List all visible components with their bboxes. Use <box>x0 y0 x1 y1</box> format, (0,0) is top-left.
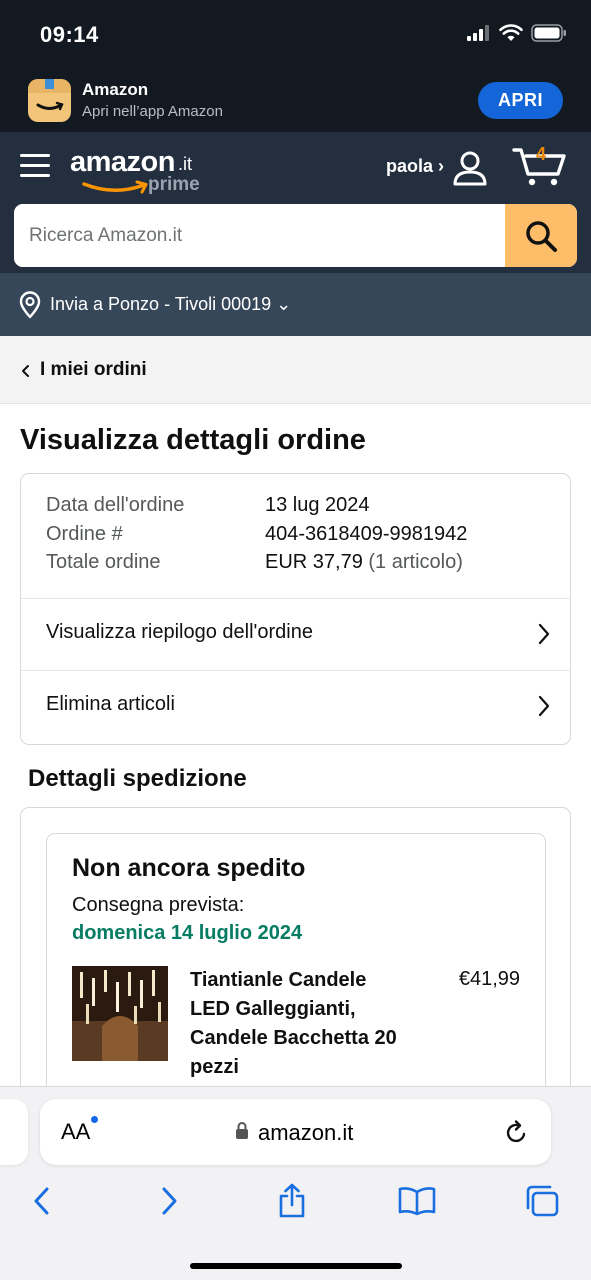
shipping-details-card: Non ancora spedito Consegna prevista: do… <box>20 807 571 1133</box>
chevron-left-icon <box>22 365 29 377</box>
lock-icon <box>236 1122 248 1139</box>
deliver-to-bar[interactable]: Invia a Ponzo - Tivoli 00019 ⌄ <box>0 273 591 336</box>
amazon-app-icon[interactable] <box>28 79 71 122</box>
shipping-section-title: Dettagli spedizione <box>28 765 247 792</box>
forward-button[interactable] <box>149 1183 189 1219</box>
logo-tld: .it <box>178 154 193 174</box>
notification-dot <box>91 1116 98 1123</box>
page-title: Visualizza dettagli ordine <box>20 424 366 456</box>
open-app-button[interactable]: APRI <box>478 82 563 119</box>
signal-icon <box>467 25 489 41</box>
tabs-icon <box>526 1185 559 1217</box>
order-number-label: Ordine # <box>46 522 123 545</box>
wifi-icon <box>499 24 523 41</box>
order-number-row: Ordine # 404-3618409-9981942 <box>46 523 546 552</box>
status-icons <box>467 24 567 42</box>
user-icon[interactable] <box>452 150 488 186</box>
cart-count: 4 <box>536 144 547 164</box>
shipment-status: Non ancora spedito <box>72 854 306 882</box>
menu-icon[interactable] <box>20 152 50 178</box>
order-total-label: Totale ordine <box>46 551 161 573</box>
order-total-row: Totale ordine EUR 37,79 (1 articolo) <box>46 551 546 580</box>
app-banner-subtitle: Apri nell’app Amazon <box>82 103 223 120</box>
order-date-label: Data dell'ordine <box>46 494 185 516</box>
search-button[interactable] <box>505 204 577 267</box>
tabs-button[interactable] <box>522 1183 562 1219</box>
search-input[interactable] <box>14 204 505 267</box>
back-button[interactable] <box>22 1183 62 1219</box>
account-link[interactable]: paola › <box>386 156 444 177</box>
browser-toolbar: AA amazon.it <box>0 1086 591 1280</box>
expected-delivery-date: domenica 14 luglio 2024 <box>72 922 303 944</box>
order-total-amount: EUR 37,79 <box>265 551 363 573</box>
delete-items-link[interactable]: Elimina articoli <box>21 670 570 742</box>
order-date-row: Data dell'ordine 13 lug 2024 <box>46 494 546 523</box>
logo-prime: prime <box>148 174 200 195</box>
logo-smile-icon <box>82 180 148 194</box>
breadcrumb-my-orders[interactable]: I miei ordini <box>40 359 147 381</box>
order-date-value: 13 lug 2024 <box>265 494 370 516</box>
chevron-right-icon <box>538 695 550 717</box>
share-button[interactable] <box>272 1183 312 1219</box>
order-number-value: 404-3618409-9981942 <box>265 522 468 545</box>
product-image[interactable] <box>72 966 168 1061</box>
breadcrumb[interactable]: I miei ordini <box>0 336 591 404</box>
view-order-summary-link[interactable]: Visualizza riepilogo dell'ordine <box>21 598 570 670</box>
order-total-value: EUR 37,79 (1 articolo) <box>265 551 463 574</box>
deliver-to-text: Invia a Ponzo - Tivoli 00019 ⌄ <box>50 294 292 314</box>
product-price: €41,99 <box>458 968 520 990</box>
search-icon <box>526 220 557 252</box>
back-icon <box>34 1187 49 1215</box>
home-indicator <box>190 1263 402 1269</box>
bookmarks-button[interactable] <box>397 1183 437 1219</box>
expected-delivery-label: Consegna prevista: <box>72 894 245 916</box>
app-banner: Amazon Apri nell’app Amazon APRI <box>0 70 591 132</box>
battery-icon <box>531 24 566 42</box>
order-item-count: (1 articolo) <box>362 551 463 573</box>
bookmarks-icon <box>398 1187 436 1216</box>
url-text: amazon.it <box>258 1120 354 1145</box>
reload-icon[interactable] <box>505 1119 529 1145</box>
share-icon <box>279 1183 305 1218</box>
order-summary-card: Data dell'ordine 13 lug 2024 Ordine # 40… <box>20 473 571 745</box>
forward-icon <box>162 1187 177 1215</box>
amazon-logo[interactable]: amazon .it prime <box>70 146 210 198</box>
status-bar: 09:14 <box>0 0 591 70</box>
location-pin-icon <box>19 291 41 319</box>
status-time: 09:14 <box>40 22 99 47</box>
chevron-right-icon <box>538 623 550 645</box>
order-info: Data dell'ordine 13 lug 2024 Ordine # 40… <box>46 494 546 580</box>
page-settings-button[interactable]: AA <box>61 1119 90 1145</box>
address-bar[interactable]: AA amazon.it <box>40 1099 551 1165</box>
search-bar <box>14 204 577 267</box>
site-header: amazon .it prime paola › 4 <box>0 132 591 273</box>
product-title[interactable]: Tiantianle Candele LED Galleggianti, Can… <box>190 966 410 1082</box>
previous-tab-preview[interactable] <box>0 1099 28 1165</box>
delete-items-label: Elimina articoli <box>46 693 175 715</box>
app-banner-title: Amazon <box>82 80 149 99</box>
cart-button[interactable]: 4 <box>512 144 566 188</box>
view-order-summary-label: Visualizza riepilogo dell'ordine <box>46 621 313 643</box>
